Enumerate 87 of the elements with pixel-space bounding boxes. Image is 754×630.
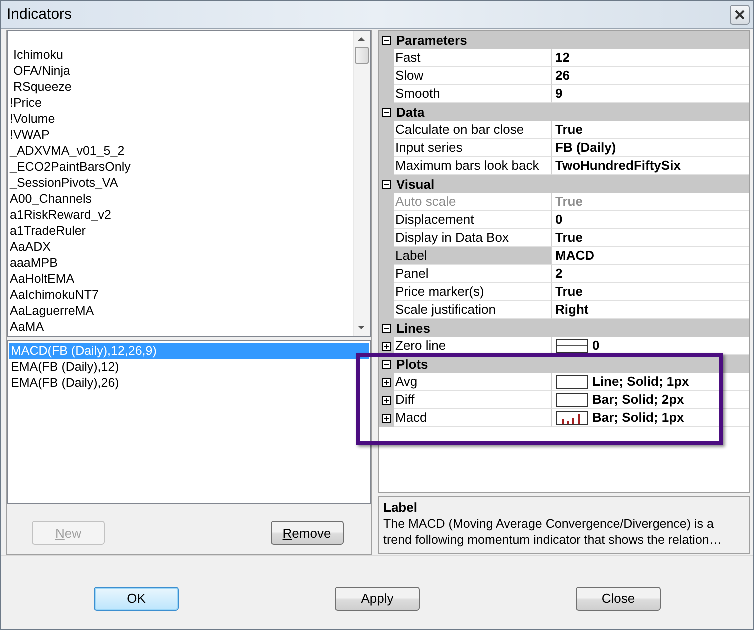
property-value[interactable]: Bar; Solid; 2px xyxy=(592,392,684,407)
section-header[interactable]: Visual xyxy=(378,175,749,193)
property-value[interactable]: True xyxy=(556,284,583,299)
remove-button[interactable]: Remove xyxy=(270,521,344,545)
property-name[interactable]: Maximum bars look back xyxy=(394,157,552,175)
indicator-item[interactable]: aaaMPB xyxy=(10,255,352,271)
applied-indicator-item[interactable]: EMA(FB (Daily),26) xyxy=(9,375,368,391)
scroll-down-icon[interactable] xyxy=(357,323,366,332)
section-header[interactable]: Data xyxy=(378,103,749,121)
property-name[interactable]: Fast xyxy=(394,49,552,67)
property-name[interactable]: Panel xyxy=(394,265,552,283)
section-title: Visual xyxy=(396,176,435,192)
section-title: Parameters xyxy=(396,32,468,48)
close-icon xyxy=(735,10,745,20)
plot-style-icon xyxy=(556,374,588,388)
property-value[interactable]: FB (Daily) xyxy=(556,140,616,155)
property-name[interactable]: Calculate on bar close xyxy=(394,121,552,139)
indicator-item[interactable]: _ECO2PaintBarsOnly xyxy=(10,159,352,175)
indicator-item[interactable]: !Volume xyxy=(10,111,352,127)
available-indicator-list[interactable]: Ichimoku OFA/Ninja RSqueeze !Price !Volume !VWAP _ADXVMA_v01_5_2 _ECO2PaintBarsOnly _SessionPivots_VA A00_Channels a1RiskReward_v2 a1TradeRuler AaADX aaaMPB AaHoltEMA AaIchimokuNT7 AaLaguerreMA AaMA xyxy=(7,30,370,337)
property-name[interactable]: Price marker(s) xyxy=(394,283,552,301)
property-value[interactable]: Bar; Solid; 1px xyxy=(592,410,684,425)
bar-chart-icon xyxy=(556,410,588,424)
plot-style-icon xyxy=(556,392,588,406)
property-value[interactable]: MACD xyxy=(556,248,594,263)
ok-button[interactable]: OK xyxy=(94,586,179,610)
property-name[interactable]: Displacement xyxy=(394,211,552,229)
property-value[interactable]: Line; Solid; 1px xyxy=(592,374,690,389)
indicator-item[interactable]: AaLaguerreMA xyxy=(10,303,352,319)
property-value[interactable]: 0 xyxy=(556,212,563,227)
applied-indicator-item[interactable]: EMA(FB (Daily),12) xyxy=(9,359,368,375)
indicator-item[interactable]: AaADX xyxy=(10,239,352,255)
indicator-item[interactable]: a1RiskReward_v2 xyxy=(10,207,352,223)
property-name[interactable]: Display in Data Box xyxy=(394,229,552,247)
property-value[interactable]: True xyxy=(556,230,583,245)
expand-icon[interactable] xyxy=(382,396,390,404)
scroll-up-icon[interactable] xyxy=(357,35,366,44)
property-name[interactable]: Diff xyxy=(394,391,552,409)
apply-button[interactable]: Apply xyxy=(335,586,420,610)
line-style-icon xyxy=(556,338,588,352)
indicator-item[interactable]: !Price xyxy=(10,95,352,111)
section-title: Plots xyxy=(396,356,428,372)
property-name[interactable]: Input series xyxy=(394,139,552,157)
section-header[interactable]: Parameters xyxy=(378,31,749,49)
property-value[interactable]: Right xyxy=(556,302,589,317)
indicator-item[interactable]: RSqueeze xyxy=(10,79,352,95)
collapse-icon[interactable] xyxy=(382,180,390,188)
property-value[interactable]: True xyxy=(556,122,583,137)
collapse-icon[interactable] xyxy=(382,324,390,332)
property-name[interactable]: Smooth xyxy=(394,85,552,103)
property-name[interactable]: Scale justification xyxy=(394,301,552,319)
property-name[interactable]: Label xyxy=(394,247,552,265)
property-value[interactable]: 26 xyxy=(556,68,570,83)
scroll-thumb[interactable] xyxy=(354,47,368,64)
indicator-item[interactable]: AaIchimokuNT7 xyxy=(10,287,352,303)
property-name[interactable]: Macd xyxy=(394,409,552,427)
description-text: The MACD (Moving Average Convergence/Divergence) is a trend following momentum indicator that shows the relation… xyxy=(384,516,723,548)
description-title: Label xyxy=(384,500,418,516)
property-value[interactable]: 12 xyxy=(556,50,570,65)
expand-icon[interactable] xyxy=(382,414,390,422)
collapse-icon[interactable] xyxy=(382,360,390,368)
property-name[interactable]: Avg xyxy=(394,373,552,391)
close-button[interactable]: Close xyxy=(576,586,661,610)
expand-icon[interactable] xyxy=(382,342,390,350)
indicator-item[interactable]: _SessionPivots_VA xyxy=(10,175,352,191)
property-value[interactable]: 0 xyxy=(592,338,600,353)
section-header[interactable]: Lines xyxy=(378,319,749,337)
indicator-item[interactable]: AaHoltEMA xyxy=(10,271,352,287)
collapse-icon[interactable] xyxy=(382,108,390,116)
property-value[interactable]: 2 xyxy=(556,266,563,281)
section-title: Data xyxy=(396,104,425,120)
indicator-item[interactable]: Ichimoku xyxy=(10,47,352,63)
indicator-item[interactable]: _ADXVMA_v01_5_2 xyxy=(10,143,352,159)
close-button[interactable] xyxy=(730,4,750,24)
indicator-item[interactable]: A00_Channels xyxy=(10,191,352,207)
indicator-item[interactable]: AaMA xyxy=(10,319,352,335)
indicator-item[interactable]: a1TradeRuler xyxy=(10,223,352,239)
section-title: Lines xyxy=(396,320,430,336)
collapse-icon[interactable] xyxy=(382,36,390,44)
indicator-item[interactable]: !VWAP xyxy=(10,127,352,143)
expand-icon[interactable] xyxy=(382,378,390,386)
property-value[interactable]: 9 xyxy=(556,86,563,101)
window-title: Indicators xyxy=(7,6,72,23)
indicator-item[interactable]: OFA/Ninja xyxy=(10,63,352,79)
property-name[interactable]: Slow xyxy=(394,67,552,85)
scrollbar[interactable] xyxy=(352,31,370,336)
property-value[interactable]: TwoHundredFiftySix xyxy=(556,158,681,173)
